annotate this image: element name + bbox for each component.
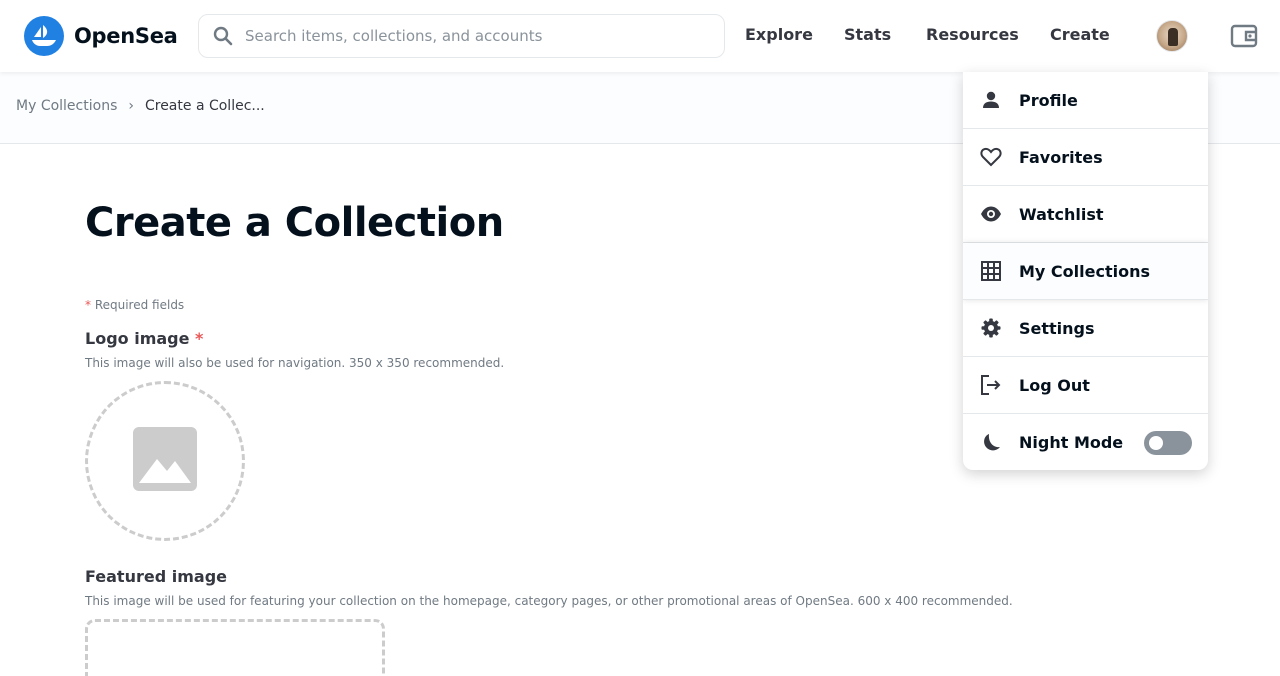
grid-icon: [980, 260, 1002, 282]
image-placeholder-icon: [133, 427, 197, 495]
moon-icon: [980, 432, 1002, 454]
required-fields-note: * Required fields: [85, 298, 184, 312]
menu-label-log-out: Log Out: [1019, 375, 1090, 395]
profile-dropdown-menu: Profile Favorites Watchlist My Collectio…: [963, 72, 1208, 470]
menu-label-favorites: Favorites: [1019, 147, 1103, 167]
menu-item-settings[interactable]: Settings: [963, 300, 1208, 357]
menu-item-log-out[interactable]: Log Out: [963, 357, 1208, 414]
search-bar[interactable]: [198, 14, 725, 58]
person-icon: [980, 89, 1002, 111]
menu-label-watchlist: Watchlist: [1019, 204, 1104, 224]
logo-required-star: *: [195, 329, 204, 348]
menu-item-watchlist[interactable]: Watchlist: [963, 186, 1208, 243]
breadcrumb-current: Create a Collec...: [144, 98, 265, 114]
logo-image-upload[interactable]: [85, 381, 245, 541]
logo-image-label: Logo image *: [85, 329, 203, 348]
menu-label-profile: Profile: [1019, 90, 1078, 110]
opensea-logo[interactable]: OpenSea: [24, 16, 178, 56]
night-mode-toggle[interactable]: [1144, 430, 1192, 455]
logo-image-label-text: Logo image: [85, 329, 196, 348]
top-nav: OpenSea Explore Stats Resources Create: [0, 0, 1280, 72]
eye-icon: [980, 203, 1002, 225]
nav-stats[interactable]: Stats: [844, 25, 891, 44]
breadcrumb-separator: ›: [128, 98, 134, 114]
search-input[interactable]: [245, 27, 705, 45]
page-title: Create a Collection: [85, 200, 504, 246]
wallet-icon[interactable]: [1230, 22, 1258, 50]
menu-label-settings: Settings: [1019, 318, 1095, 338]
menu-label-my-collections: My Collections: [1019, 261, 1150, 281]
menu-item-profile[interactable]: Profile: [963, 72, 1208, 129]
heart-icon: [980, 146, 1002, 168]
toggle-knob: [1149, 435, 1163, 450]
gear-icon: [980, 317, 1002, 339]
featured-image-label: Featured image: [85, 567, 227, 586]
menu-item-my-collections[interactable]: My Collections: [963, 243, 1208, 300]
menu-item-favorites[interactable]: Favorites: [963, 129, 1208, 186]
brand-name: OpenSea: [74, 24, 178, 48]
required-note-text: Required fields: [91, 298, 185, 312]
nav-resources[interactable]: Resources: [926, 25, 1019, 44]
breadcrumb: My Collections › Create a Collec...: [16, 98, 265, 114]
avatar-figure: [1168, 28, 1178, 46]
featured-image-upload[interactable]: [85, 619, 385, 676]
logo-image-description: This image will also be used for navigat…: [85, 356, 505, 370]
nav-create[interactable]: Create: [1050, 25, 1110, 44]
featured-image-description: This image will be used for featuring yo…: [85, 594, 1013, 608]
logout-icon: [980, 374, 1002, 396]
search-icon: [213, 25, 235, 47]
nav-explore[interactable]: Explore: [745, 25, 813, 44]
menu-item-night-mode[interactable]: Night Mode: [963, 414, 1208, 470]
breadcrumb-my-collections[interactable]: My Collections: [16, 98, 117, 114]
opensea-boat-icon: [24, 16, 64, 56]
profile-avatar[interactable]: [1156, 20, 1188, 52]
menu-label-night-mode: Night Mode: [1019, 433, 1124, 452]
